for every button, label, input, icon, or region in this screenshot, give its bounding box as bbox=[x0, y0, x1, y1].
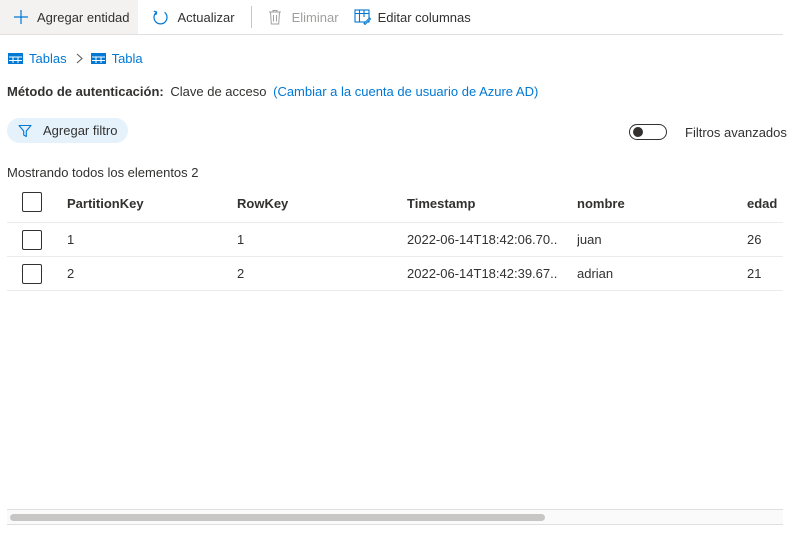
command-bar: Agregar entidad Actualizar Eliminar Edit… bbox=[0, 0, 783, 35]
row-checkbox[interactable] bbox=[22, 264, 42, 284]
auth-method: Método de autenticación: Clave de acceso… bbox=[7, 84, 538, 99]
cell-nombre: juan bbox=[577, 232, 602, 247]
cell-partitionkey: 2 bbox=[67, 266, 75, 281]
cell-timestamp: 2022-06-14T18:42:06.70... bbox=[407, 232, 557, 247]
cell-rowkey: 2 bbox=[237, 266, 245, 281]
table-icon bbox=[8, 52, 23, 64]
add-entity-label: Agregar entidad bbox=[37, 9, 130, 25]
auth-method-label: Método de autenticación: bbox=[7, 84, 164, 99]
breadcrumb: Tablas Tabla bbox=[8, 50, 143, 66]
refresh-button[interactable]: Actualizar bbox=[138, 0, 235, 34]
delete-button[interactable]: Eliminar bbox=[268, 0, 339, 34]
cell-nombre: adrian bbox=[577, 266, 614, 281]
entity-grid: PartitionKey RowKey Timestamp nombre eda… bbox=[7, 184, 783, 291]
grid-header-row: PartitionKey RowKey Timestamp nombre eda… bbox=[7, 184, 783, 223]
table-row[interactable]: 1 1 2022-06-14T18:42:06.70... juan 26 bbox=[7, 223, 783, 257]
column-header-timestamp[interactable]: Timestamp bbox=[407, 184, 557, 222]
auth-method-value: Clave de acceso bbox=[170, 84, 267, 99]
plus-icon bbox=[14, 10, 28, 24]
edit-columns-label: Editar columnas bbox=[377, 9, 471, 25]
column-header-partitionkey[interactable]: PartitionKey bbox=[67, 184, 227, 222]
breadcrumb-label-tabla: Tabla bbox=[111, 50, 143, 66]
cell-timestamp: 2022-06-14T18:42:39.67... bbox=[407, 266, 557, 281]
breadcrumb-item-tabla[interactable]: Tabla bbox=[90, 50, 143, 66]
add-filter-label: Agregar filtro bbox=[43, 123, 118, 138]
cell-rowkey: 1 bbox=[237, 232, 245, 247]
table-row[interactable]: 2 2 2022-06-14T18:42:39.67... adrian 21 bbox=[7, 257, 783, 291]
filter-icon bbox=[18, 124, 32, 137]
breadcrumb-label-tablas: Tablas bbox=[29, 50, 67, 66]
select-all-checkbox[interactable] bbox=[22, 192, 42, 212]
row-checkbox[interactable] bbox=[22, 230, 42, 250]
column-header-rowkey[interactable]: RowKey bbox=[237, 184, 397, 222]
breadcrumb-item-tablas[interactable]: Tablas bbox=[8, 51, 67, 66]
items-summary: Mostrando todos los elementos 2 bbox=[7, 165, 199, 180]
switch-to-azure-ad-link[interactable]: (Cambiar a la cuenta de usuario de Azure… bbox=[273, 84, 538, 99]
add-entity-button[interactable]: Agregar entidad bbox=[0, 0, 138, 34]
cell-partitionkey: 1 bbox=[67, 232, 75, 247]
refresh-label: Actualizar bbox=[177, 9, 235, 25]
advanced-filters-toggle[interactable] bbox=[629, 124, 667, 140]
cell-edad: 21 bbox=[747, 266, 762, 281]
cell-edad: 26 bbox=[747, 232, 762, 247]
column-header-edad[interactable]: edad bbox=[747, 184, 783, 222]
edit-columns-button[interactable]: Editar columnas bbox=[339, 0, 471, 34]
scrollbar-thumb[interactable] bbox=[10, 514, 545, 521]
delete-label: Eliminar bbox=[291, 9, 339, 25]
advanced-filters-label: Filtros avanzados bbox=[685, 125, 787, 140]
horizontal-scrollbar[interactable] bbox=[7, 509, 783, 525]
toggle-knob bbox=[633, 127, 643, 137]
add-filter-button[interactable]: Agregar filtro bbox=[7, 118, 128, 143]
trash-icon bbox=[268, 10, 281, 25]
table-icon bbox=[90, 52, 106, 64]
refresh-icon bbox=[152, 10, 168, 24]
column-header-nombre[interactable]: nombre bbox=[577, 184, 727, 222]
chevron-right-icon bbox=[76, 53, 83, 63]
edit-columns-icon bbox=[354, 9, 371, 25]
toolbar-divider bbox=[250, 6, 252, 28]
